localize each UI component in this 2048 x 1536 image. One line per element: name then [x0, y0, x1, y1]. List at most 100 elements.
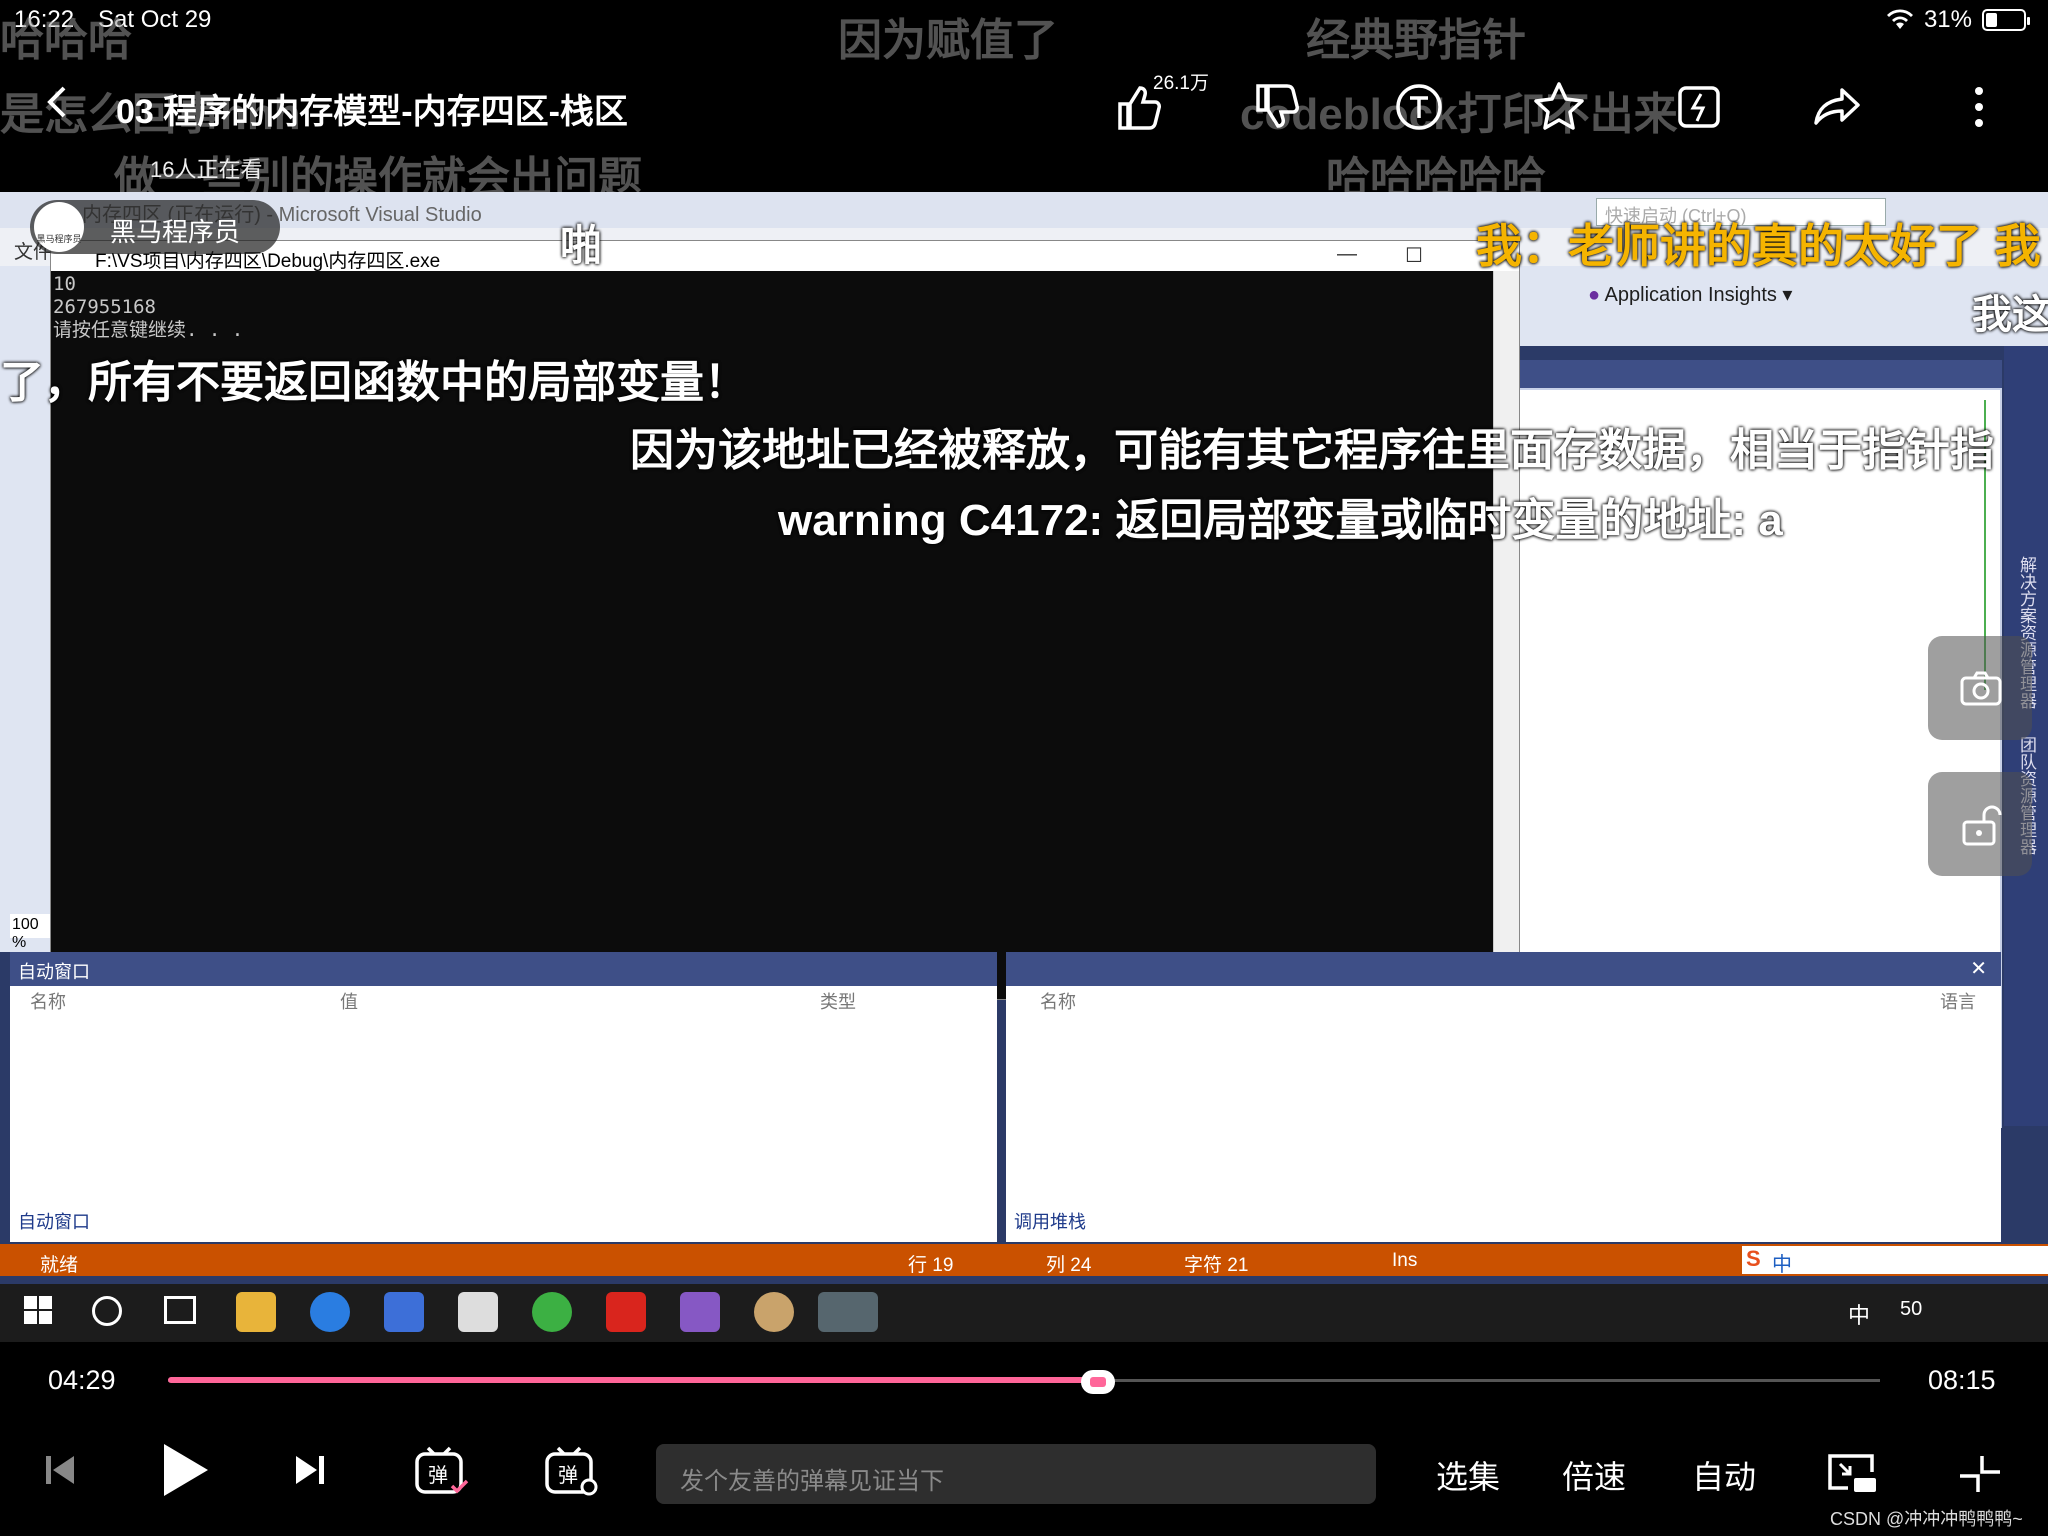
- windows-start-icon: [20, 1292, 56, 1328]
- search-circle-icon: [92, 1296, 122, 1326]
- debug-tabs-left: 自动窗口 局部变量 监视 1: [10, 1205, 253, 1237]
- danmaku-text: 因为赋值了: [838, 16, 1058, 65]
- tab-immediate: 即时窗口: [1330, 1212, 1402, 1232]
- wifi-icon: [1886, 9, 1913, 29]
- app-green-icon: [532, 1292, 572, 1332]
- tab-locals: 局部变量: [106, 1212, 178, 1232]
- previous-button[interactable]: [40, 1446, 80, 1499]
- tab-command: 命令窗口: [1242, 1212, 1314, 1232]
- danmaku-settings-icon: 弹: [545, 1446, 598, 1496]
- file-explorer-icon: [236, 1292, 276, 1332]
- app-insights-label: Application Insights: [1604, 284, 1777, 306]
- total-time: 08:15: [1928, 1365, 1996, 1395]
- autos-panel-title: 自动窗口: [10, 952, 997, 986]
- status-ins: Ins: [1392, 1250, 1418, 1271]
- screenshot-button[interactable]: [1928, 636, 2032, 740]
- danmaku-toggle-button[interactable]: 弹: [414, 1446, 470, 1503]
- play-button[interactable]: [156, 1440, 212, 1505]
- charge-button[interactable]: [1670, 78, 1728, 136]
- favorite-button[interactable]: [1530, 78, 1588, 136]
- lock-button[interactable]: [1928, 772, 2032, 876]
- task-view-icon: [164, 1296, 196, 1324]
- speed-button[interactable]: 倍速: [1562, 1452, 1626, 1498]
- play-icon: [164, 1444, 208, 1496]
- danmaku-text: 我这: [1972, 293, 2048, 337]
- lightbulb-icon: ●: [1588, 284, 1601, 306]
- uploader-badge: 黑马程序员 黑马程序员: [30, 200, 280, 254]
- tray-ime: 中: [1848, 1303, 1871, 1328]
- tab-callstack: 调用堆栈: [1006, 1205, 1094, 1237]
- callstack-panel-header: ✕: [1006, 952, 2001, 986]
- tab-exceptions: 异常设置: [1154, 1212, 1226, 1232]
- debug-tabs-right: 调用堆栈 断点 异常设置 命令窗口 即时窗口 输出: [1006, 1205, 1462, 1237]
- quality-button[interactable]: 自动: [1692, 1452, 1756, 1498]
- progress-fill: [168, 1377, 1098, 1383]
- status-right: 31%: [1886, 6, 2030, 34]
- unlock-icon: [1962, 805, 2002, 846]
- viewer-count: 16人正在看: [150, 157, 263, 182]
- share-button[interactable]: [1810, 78, 1868, 136]
- csdn-watermark: CSDN @冲冲冲鸭鸭鸭~: [1830, 1509, 2023, 1529]
- callstack-panel: [1006, 952, 2001, 1242]
- browser-icon: [310, 1292, 350, 1332]
- status-column: 列 24: [1046, 1255, 1092, 1276]
- danmaku-text: warning C4172: 返回局部变量或临时变量的地址: a: [778, 496, 1783, 545]
- visual-studio-icon: [680, 1292, 720, 1332]
- application-insights: ● Application Insights ▾: [1588, 284, 1793, 306]
- danmaku-text: 因为该地址已经被释放，可能有其它程序往里面存数据，相当于指针指: [630, 426, 1994, 475]
- status-char: 字符 21: [1184, 1255, 1249, 1276]
- more-button[interactable]: [1950, 78, 2008, 136]
- more-vertical-icon: [1975, 87, 1983, 127]
- ime-toolbar: S 中: [1742, 1246, 2048, 1276]
- pip-button[interactable]: [1826, 1450, 1880, 1501]
- progress-thumb[interactable]: [1081, 1370, 1115, 1394]
- danmaku-text: 我：老师讲的真的太好了 我: [1476, 220, 2041, 272]
- status-line: 行 19: [908, 1255, 954, 1276]
- battery-icon: [1982, 9, 2030, 31]
- thumbs-down-icon: [1256, 84, 1299, 128]
- column-value: 值: [340, 992, 358, 1012]
- coin-button[interactable]: [1390, 78, 1448, 136]
- uploader-name: 黑马程序员: [110, 217, 241, 247]
- ime-mode: 中: [1772, 1254, 1792, 1276]
- danmaku-settings-button[interactable]: 弹: [544, 1446, 600, 1503]
- danmaku-text: 啪: [560, 222, 603, 269]
- danmaku-text: 了，所有不要返回函数中的局部变量！: [0, 358, 748, 407]
- tab-watch: 监视 1: [194, 1212, 246, 1232]
- video-title: 03 程序的内存模型-内存四区-栈区: [116, 93, 628, 131]
- editor-tab-strip: [1512, 360, 2002, 388]
- danmaku-text: 哈哈哈: [0, 16, 132, 65]
- star-icon: [1534, 82, 1584, 130]
- tab-autos: 自动窗口: [10, 1205, 98, 1237]
- dislike-button[interactable]: [1248, 78, 1306, 136]
- close-icon: ✕: [1970, 958, 1987, 980]
- camera-icon: [1960, 671, 2002, 706]
- xmind-icon: [606, 1292, 646, 1332]
- svg-text:弹: 弹: [428, 1463, 448, 1487]
- coin-icon: [1396, 84, 1442, 130]
- current-time: 04:29: [48, 1365, 116, 1395]
- chevron-left-icon: [47, 86, 66, 118]
- console-line: 267955168: [53, 296, 156, 318]
- vs-left-strip: [0, 346, 50, 952]
- console-taskbar-icon: [818, 1292, 878, 1332]
- console-line: 10: [53, 273, 76, 295]
- status-ready: 就绪: [40, 1255, 79, 1276]
- column-type: 类型: [820, 992, 856, 1012]
- exit-fullscreen-button[interactable]: [1956, 1452, 2004, 1501]
- danmaku-input[interactable]: 发个友善的弹幕见证当下: [656, 1444, 1376, 1504]
- column-name: 名称: [30, 992, 66, 1012]
- console-scrollbar: [1493, 271, 1519, 999]
- like-count: 26.1万: [1153, 73, 1209, 94]
- column-name: 名称: [1040, 992, 1076, 1012]
- tab-output: 输出: [1418, 1212, 1454, 1232]
- tray-number: 50: [1900, 1298, 1923, 1320]
- next-button[interactable]: [290, 1446, 330, 1499]
- windows-taskbar: [0, 1284, 2048, 1342]
- paint-icon: [754, 1292, 794, 1332]
- back-button[interactable]: [38, 82, 78, 122]
- minimize-icon: —: [1337, 243, 1357, 265]
- episodes-button[interactable]: 选集: [1436, 1452, 1500, 1498]
- exit-fullscreen-icon: [1960, 1456, 2000, 1492]
- svg-text:弹: 弹: [558, 1463, 578, 1487]
